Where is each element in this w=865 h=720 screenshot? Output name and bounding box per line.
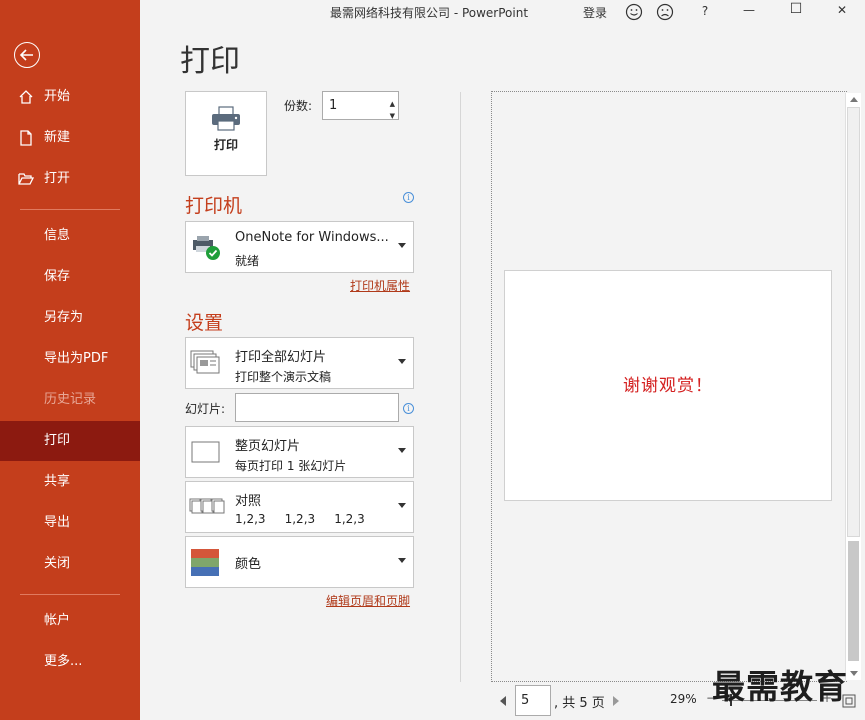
sidebar-item-label: 打印 [44, 433, 71, 448]
watermark-text: 最需教育 [712, 667, 848, 706]
edit-header-footer-link[interactable]: 编辑页眉和页脚 [326, 592, 410, 609]
minimize-button[interactable]: — [741, 3, 757, 23]
layout-dropdown[interactable]: 整页幻灯片 每页打印 1 张幻灯片 [185, 426, 414, 478]
page-number-value: 5 [521, 693, 530, 708]
back-arrow-icon[interactable] [14, 42, 40, 68]
previous-page-icon[interactable] [500, 696, 506, 706]
sidebar-item-label: 更多... [44, 654, 83, 669]
sidebar-item-save[interactable]: 保存 [0, 257, 140, 297]
maximize-button[interactable]: ☐ [788, 1, 804, 21]
printer-heading: 打印机 [185, 195, 243, 217]
sidebar-item-more[interactable]: 更多... [0, 642, 140, 682]
sidebar-divider [20, 209, 120, 210]
printer-properties-link[interactable]: 打印机属性 [350, 277, 410, 294]
sidebar-item-export-pdf[interactable]: 导出为PDF [0, 339, 140, 379]
collate-title: 对照 [235, 494, 262, 509]
help-icon[interactable]: ? [699, 4, 711, 24]
folder-open-icon [18, 173, 34, 185]
window-title: 最需网络科技有限公司 - PowerPoint [330, 6, 529, 20]
login-button[interactable]: 登录 [583, 4, 607, 24]
sidebar-item-label: 共享 [44, 474, 71, 489]
print-range-title: 打印全部幻灯片 [235, 350, 327, 365]
slides-input[interactable] [235, 393, 399, 422]
sidebar-item-label: 信息 [44, 228, 71, 243]
sidebar-item-export[interactable]: 导出 [0, 503, 140, 543]
printer-name: OneNote for Windows... [235, 230, 389, 245]
color-dropdown[interactable]: 颜色 [185, 536, 414, 588]
sidebar-item-share[interactable]: 共享 [0, 462, 140, 502]
print-button-label: 打印 [213, 138, 238, 152]
sidebar-item-close[interactable]: 关闭 [0, 544, 140, 584]
full-page-slide-icon [191, 441, 220, 463]
dropdown-arrow-icon [398, 359, 406, 364]
settings-heading: 设置 [185, 312, 224, 334]
sidebar-item-print[interactable]: 打印 [0, 421, 140, 461]
frown-feedback-icon[interactable] [656, 2, 674, 22]
sidebar-item-label: 开始 [44, 89, 71, 104]
page-title: 打印 [180, 44, 240, 79]
copies-value: 1 [329, 98, 338, 113]
sidebar-item-label: 帐户 [44, 613, 71, 628]
scroll-down-icon[interactable] [850, 671, 858, 676]
collate-dropdown[interactable]: 对照 1,2,3 1,2,3 1,2,3 [185, 481, 414, 533]
spin-down-icon[interactable]: ▼ [390, 103, 395, 130]
layout-sub: 每页打印 1 张幻灯片 [235, 459, 347, 473]
printer-ready-icon [193, 236, 220, 260]
dropdown-arrow-icon [398, 243, 406, 248]
page-total: , 共 5 页 [554, 696, 605, 711]
sidebar-item-label: 打开 [44, 171, 71, 186]
next-page-icon[interactable] [613, 696, 619, 706]
info-icon[interactable]: i [403, 403, 414, 414]
color-title: 颜色 [235, 557, 262, 572]
sidebar-item-label: 历史记录 [44, 392, 97, 407]
dropdown-arrow-icon [398, 503, 406, 508]
sidebar-item-label: 新建 [44, 130, 71, 145]
sidebar-item-label: 导出为PDF [44, 351, 109, 366]
printer-icon [212, 106, 240, 131]
smile-feedback-icon[interactable] [625, 2, 643, 22]
sidebar-item-open[interactable]: 打开 [0, 159, 140, 199]
scroll-up-icon[interactable] [850, 97, 858, 102]
new-file-icon [20, 130, 32, 146]
print-range-dropdown[interactable]: 打印全部幻灯片 打印整个演示文稿 [185, 337, 414, 389]
sidebar-item-new[interactable]: 新建 [0, 118, 140, 158]
backstage-sidebar: 开始 新建 打开 信息 保存 另存为 导出为PDF 历史记录 打印 共享 导出 … [0, 0, 140, 720]
sidebar-divider [20, 594, 120, 595]
copies-label: 份数: [284, 99, 313, 113]
printer-dropdown[interactable]: OneNote for Windows... 就绪 [185, 221, 414, 273]
sidebar-item-home[interactable]: 开始 [0, 77, 140, 117]
copies-input[interactable]: 1 ▲ ▼ [322, 91, 399, 120]
close-button[interactable]: ✕ [834, 3, 850, 23]
print-range-sub: 打印整个演示文稿 [235, 370, 332, 384]
page-number-input[interactable]: 5 [515, 685, 551, 716]
sidebar-item-save-as[interactable]: 另存为 [0, 298, 140, 338]
sidebar-item-label: 保存 [44, 269, 71, 284]
slide-text: 谢谢观赏！ [623, 376, 713, 396]
sidebar-item-account[interactable]: 帐户 [0, 601, 140, 641]
slide-preview: 谢谢观赏！ [504, 270, 832, 501]
sidebar-item-label: 导出 [44, 515, 71, 530]
print-button[interactable]: 打印 [185, 91, 267, 176]
zoom-level: 29% [670, 692, 697, 706]
collate-sub: 1,2,3 1,2,3 1,2,3 [235, 512, 365, 526]
scroll-track[interactable] [847, 107, 860, 537]
sidebar-item-label: 另存为 [44, 310, 84, 325]
layout-title: 整页幻灯片 [235, 439, 301, 454]
sidebar-item-info[interactable]: 信息 [0, 216, 140, 256]
title-bar: 最需网络科技有限公司 - PowerPoint 登录 ? — ☐ ✕ [140, 0, 865, 24]
slides-label: 幻灯片: [185, 402, 226, 416]
scroll-thumb[interactable] [848, 541, 859, 661]
dropdown-arrow-icon [398, 558, 406, 563]
sidebar-item-history: 历史记录 [0, 380, 140, 420]
info-icon[interactable]: i [403, 192, 414, 203]
sidebar-item-label: 关闭 [44, 556, 71, 571]
home-icon [19, 90, 33, 104]
preview-scrollbar[interactable] [845, 93, 861, 680]
dropdown-arrow-icon [398, 448, 406, 453]
printer-status: 就绪 [235, 254, 260, 268]
collate-icon [189, 498, 225, 514]
all-slides-icon [190, 350, 220, 374]
panel-separator [460, 92, 461, 682]
color-icon [191, 549, 219, 576]
